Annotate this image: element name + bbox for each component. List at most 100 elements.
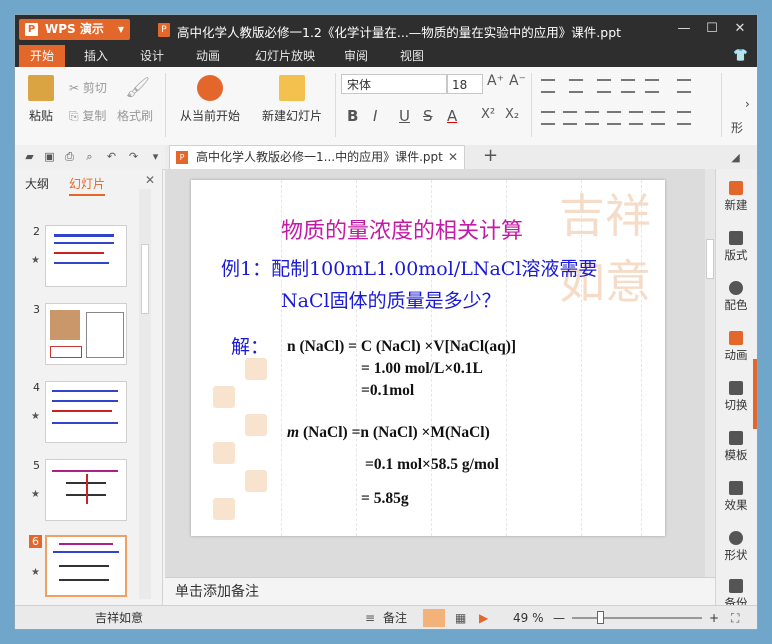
- zoom-slider-knob[interactable]: [597, 611, 604, 624]
- notes-toggle-icon[interactable]: ≡: [365, 606, 375, 629]
- new-tab-button[interactable]: +: [483, 145, 498, 167]
- sidebar-transition-button[interactable]: 切换: [716, 381, 756, 413]
- slide-number: 6: [29, 535, 42, 548]
- tab-design[interactable]: 设计: [129, 45, 175, 67]
- sidebar-animation-button[interactable]: 动画: [716, 331, 756, 363]
- thumb-box: [50, 346, 82, 358]
- underline-button[interactable]: U: [399, 107, 410, 125]
- transition-icon: [729, 381, 743, 395]
- distribute-icon[interactable]: [629, 111, 643, 125]
- close-tab-icon[interactable]: ✕: [448, 146, 458, 168]
- print-preview-icon[interactable]: ⌕: [83, 150, 96, 163]
- italic-button[interactable]: I: [373, 107, 377, 125]
- thumbnail-scrollbar[interactable]: [139, 189, 151, 599]
- strikethrough-button[interactable]: S: [423, 107, 433, 125]
- bold-button[interactable]: B: [347, 107, 358, 125]
- cut-label: 剪切: [82, 81, 107, 95]
- copy-button[interactable]: ⎘ 复制: [69, 107, 106, 124]
- slide-thumbnail[interactable]: [45, 459, 127, 521]
- play-from-current-button[interactable]: 从当前开始: [175, 75, 245, 124]
- align-right-icon[interactable]: [585, 111, 599, 125]
- tab-slideshow[interactable]: 幻灯片放映: [245, 45, 325, 67]
- normal-view-icon[interactable]: [423, 609, 445, 627]
- tab-insert[interactable]: 插入: [73, 45, 119, 67]
- canvas-scrollbar[interactable]: [705, 169, 715, 577]
- notes-toggle-label[interactable]: 备注: [383, 606, 407, 629]
- line-spacing-icon[interactable]: [645, 79, 659, 93]
- scrollbar-thumb[interactable]: [706, 239, 714, 279]
- font-size-select[interactable]: 18: [447, 74, 483, 94]
- font-name-select[interactable]: 宋体: [341, 74, 447, 94]
- tab-view[interactable]: 视图: [389, 45, 435, 67]
- cut-button[interactable]: ✂ 剪切: [69, 79, 107, 96]
- print-icon[interactable]: ⎙: [63, 150, 76, 163]
- slide-thumbnail[interactable]: [45, 303, 127, 365]
- sidebar-collapse-handle[interactable]: [753, 359, 757, 429]
- bullets-icon[interactable]: [541, 79, 555, 93]
- slide-thumbnail[interactable]: [45, 225, 127, 287]
- justify-icon[interactable]: [607, 111, 621, 125]
- text-direction-icon[interactable]: [677, 79, 691, 93]
- collapse-panel-icon[interactable]: ◢: [729, 151, 742, 164]
- sidebar-new-button[interactable]: 新建: [716, 181, 756, 213]
- slideshow-icon[interactable]: ▶: [479, 606, 488, 629]
- wps-app-menu-button[interactable]: P WPS 演示 ▼: [19, 19, 130, 40]
- superscript-button[interactable]: X²: [481, 107, 495, 122]
- tab-slides[interactable]: 幻灯片: [69, 175, 106, 196]
- sidebar-template-button[interactable]: 模板: [716, 431, 756, 463]
- shrink-font-button[interactable]: A⁻: [509, 73, 526, 89]
- sidebar-template-label: 模板: [724, 448, 748, 462]
- skin-icon[interactable]: 👕: [733, 48, 748, 62]
- minimize-button[interactable]: —: [673, 19, 695, 39]
- notes-area[interactable]: 单击添加备注: [165, 577, 715, 606]
- align-center-icon[interactable]: [563, 111, 577, 125]
- redo-icon[interactable]: ↷: [127, 150, 140, 163]
- numbering-icon[interactable]: [569, 79, 583, 93]
- document-tab[interactable]: P 高中化学人教版必修一1...中的应用》课件.ppt ✕: [169, 145, 465, 169]
- zoom-out-button[interactable]: —: [553, 606, 565, 629]
- slide[interactable]: 吉祥如意 物质的量浓度的相关计算 例1：配制100mL1.00mol/LNaCl…: [191, 180, 665, 536]
- align-left-icon[interactable]: [541, 111, 555, 125]
- more-icon[interactable]: ▾: [149, 150, 162, 163]
- example-line-2: NaCl固体的质量是多少？: [281, 290, 501, 312]
- tab-outline[interactable]: 大纲: [25, 175, 49, 192]
- tab-animation[interactable]: 动画: [185, 45, 231, 67]
- open-folder-icon[interactable]: ▰: [23, 150, 36, 163]
- grow-font-button[interactable]: A⁺: [487, 73, 504, 89]
- format-painter-button[interactable]: 格式刷: [117, 107, 153, 124]
- new-slide-button[interactable]: 新建幻灯片: [255, 75, 329, 124]
- slide-thumbnail[interactable]: [45, 381, 127, 443]
- maximize-button[interactable]: ☐: [701, 19, 723, 39]
- equation-3: =0.1mol: [361, 382, 415, 399]
- decrease-indent-icon[interactable]: [597, 79, 611, 93]
- sidebar-color-button[interactable]: 配色: [716, 281, 756, 313]
- scrollbar-thumb[interactable]: [141, 244, 149, 314]
- slide-sorter-icon[interactable]: ▦: [455, 606, 466, 629]
- equation-1: n (NaCl) = C (NaCl) ×V[NaCl(aq)]: [287, 338, 517, 355]
- thumb-line: [53, 551, 119, 553]
- sidebar-effects-button[interactable]: 效果: [716, 481, 756, 513]
- subscript-button[interactable]: X₂: [505, 107, 519, 122]
- zoom-slider[interactable]: [572, 617, 702, 619]
- paragraph-spacing-icon[interactable]: [677, 111, 691, 125]
- save-icon[interactable]: ▣: [43, 150, 56, 163]
- shape-partial-button[interactable]: 形: [731, 119, 743, 136]
- undo-icon[interactable]: ↶: [105, 150, 118, 163]
- tab-review[interactable]: 审阅: [333, 45, 379, 67]
- slide-number: 3: [33, 303, 40, 316]
- slide-thumbnail-selected[interactable]: [45, 535, 127, 597]
- columns-icon[interactable]: [651, 111, 665, 125]
- increase-indent-icon[interactable]: [621, 79, 635, 93]
- font-color-button[interactable]: A: [447, 107, 457, 125]
- fit-window-icon[interactable]: ⛶: [731, 606, 739, 629]
- window-title: 高中化学人教版必修一1.2《化学计量在...—物质的量在实验中的应用》课件.pp…: [177, 25, 622, 40]
- paste-button[interactable]: 粘贴: [23, 75, 59, 124]
- animation-star-icon: [729, 331, 743, 345]
- sidebar-layout-button[interactable]: 版式: [716, 231, 756, 263]
- close-window-button[interactable]: ✕: [729, 19, 751, 39]
- zoom-in-button[interactable]: +: [709, 606, 719, 629]
- close-panel-icon[interactable]: ✕: [145, 173, 155, 187]
- tab-home[interactable]: 开始: [19, 45, 65, 67]
- ribbon-scroll-right-icon[interactable]: ›: [745, 97, 750, 111]
- sidebar-shape-button[interactable]: 形状: [716, 531, 756, 563]
